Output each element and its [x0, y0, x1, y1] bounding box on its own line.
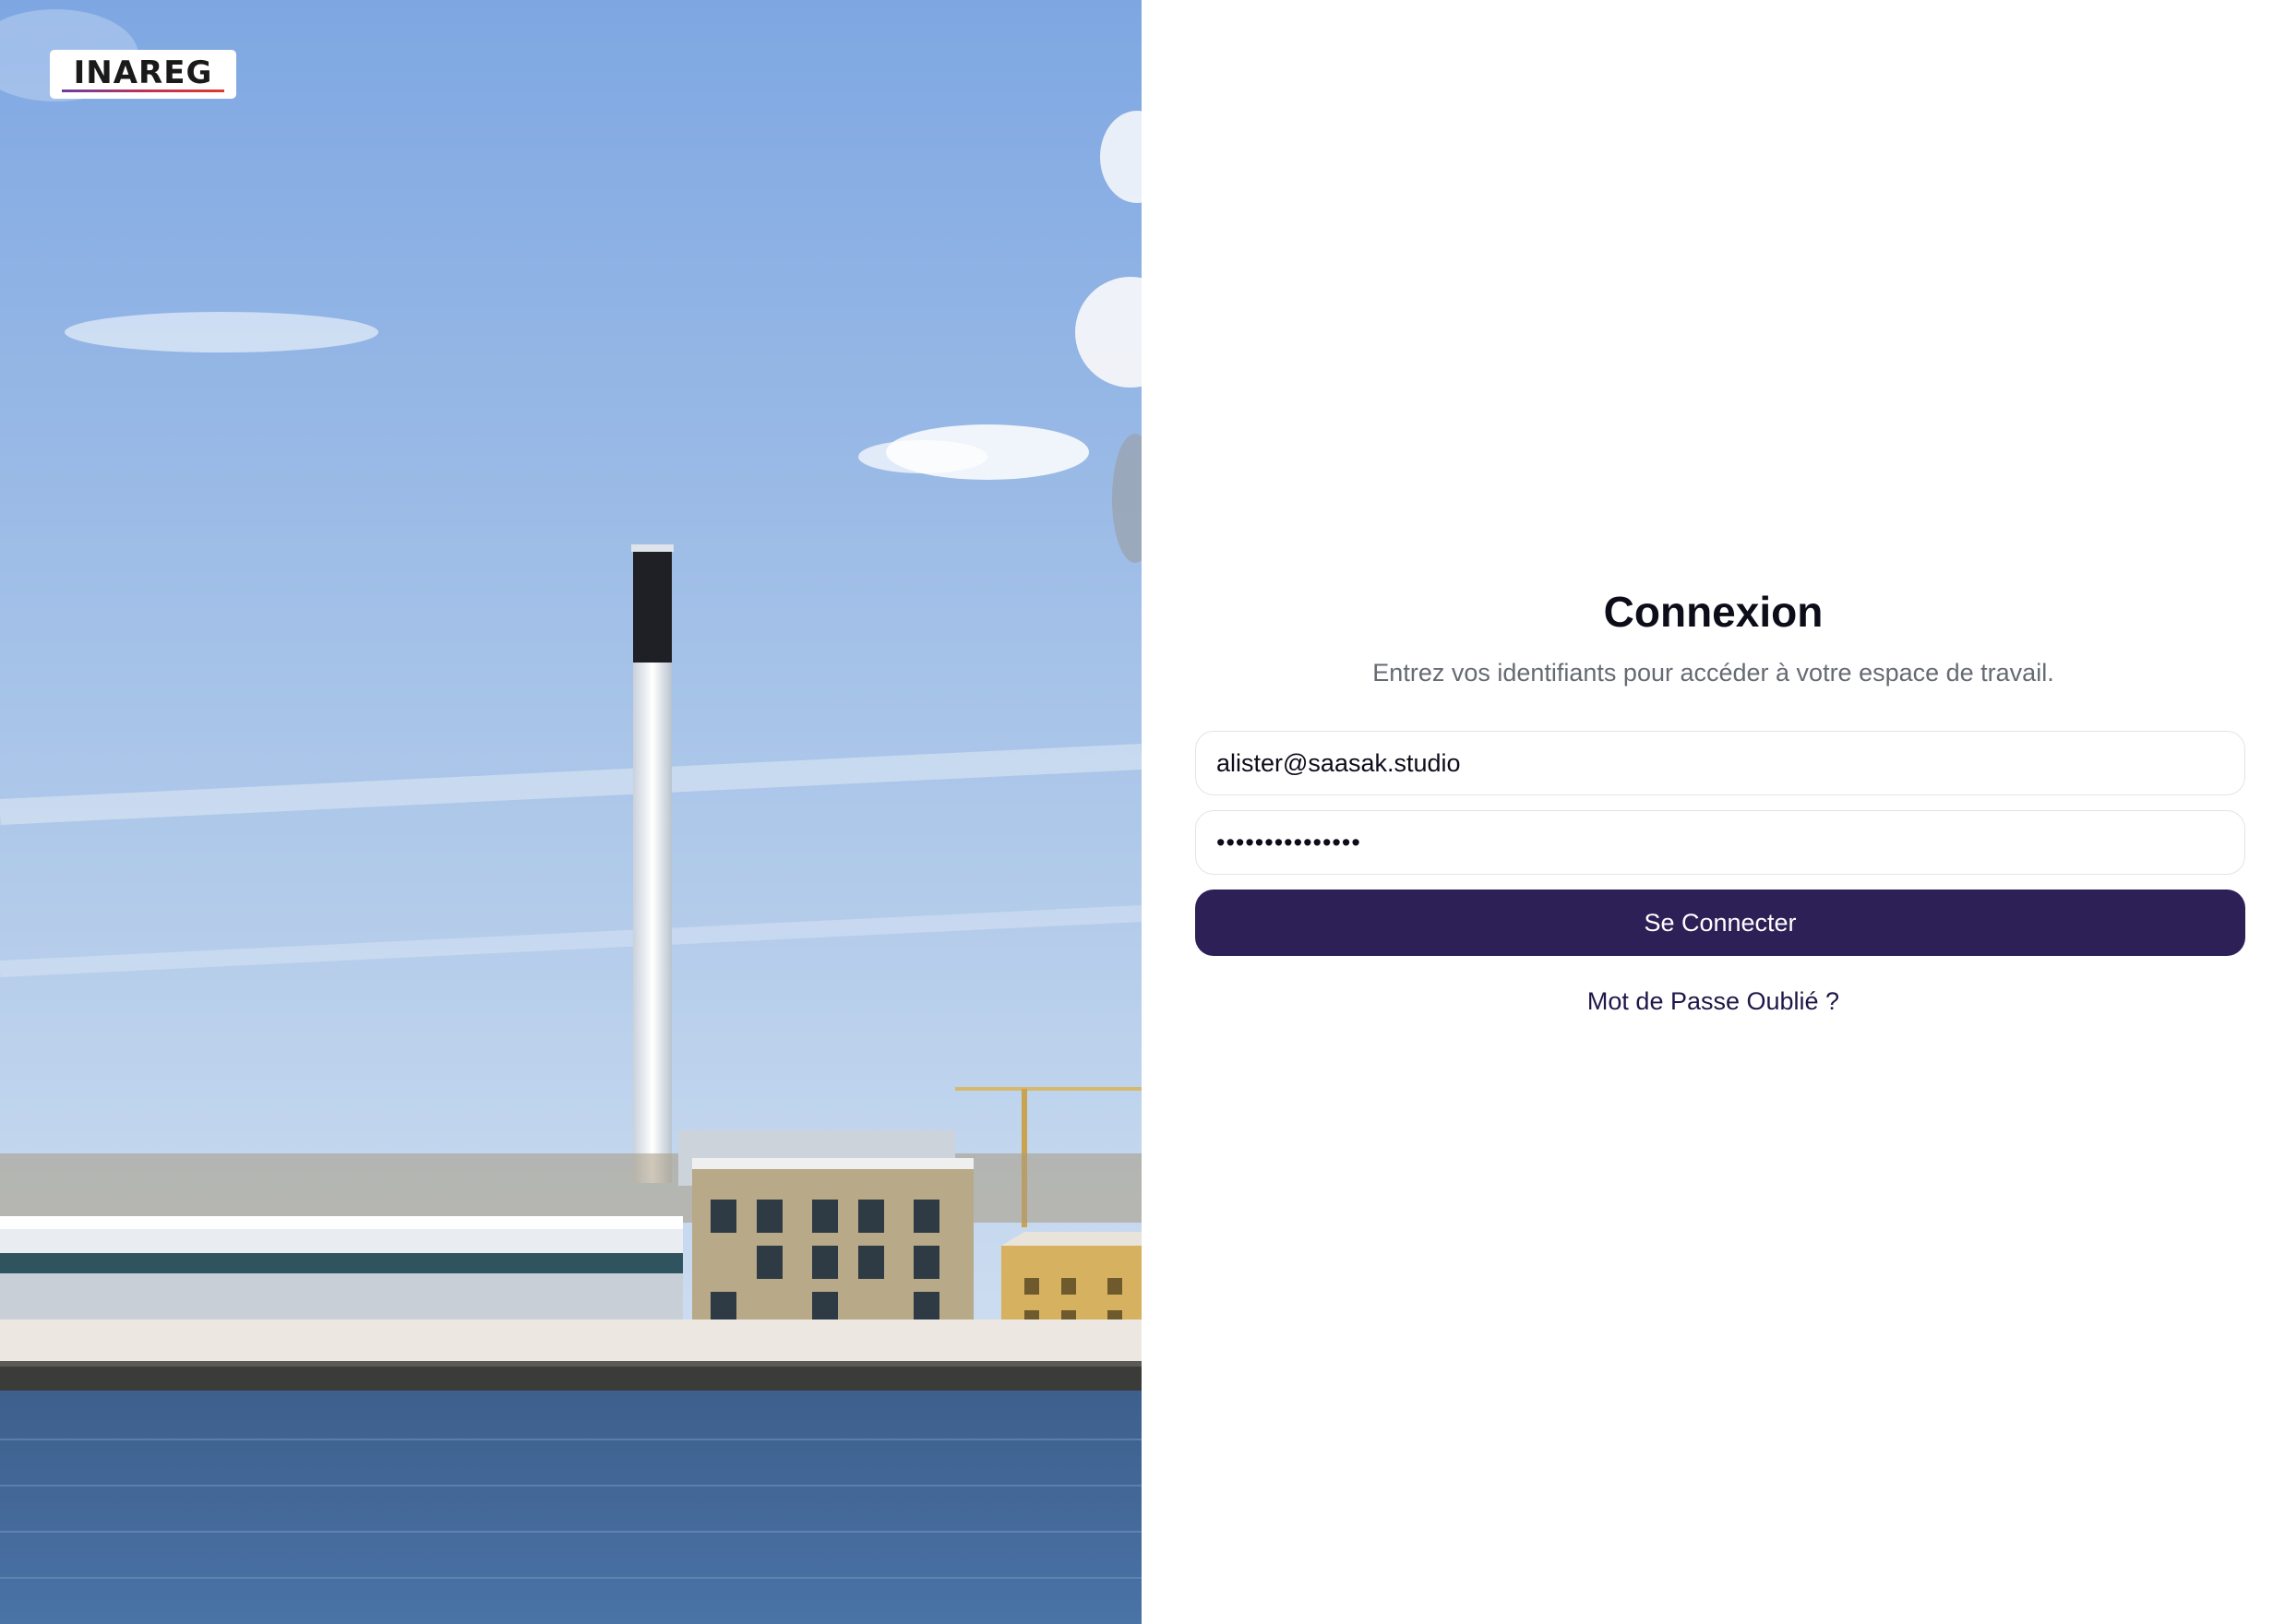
inareg-logo: INAREG	[50, 50, 236, 99]
page-subtitle: Entrez vos identifiants pour accéder à v…	[1372, 659, 2054, 687]
forgot-password-link[interactable]: Mot de Passe Oublié ?	[1142, 987, 2285, 1016]
login-button[interactable]: Se Connecter	[1195, 890, 2245, 956]
logo-wordmark: INAREG	[73, 54, 213, 91]
industrial-harbor-illustration	[0, 0, 1142, 1624]
login-panel: Connexion Entrez vos identifiants pour a…	[1142, 0, 2285, 1624]
logo-underline	[62, 89, 224, 92]
email-field[interactable]	[1195, 731, 2245, 795]
page-title: Connexion	[1603, 588, 1824, 636]
hero-photo: INAREG	[0, 0, 1142, 1624]
password-field[interactable]	[1195, 810, 2245, 875]
